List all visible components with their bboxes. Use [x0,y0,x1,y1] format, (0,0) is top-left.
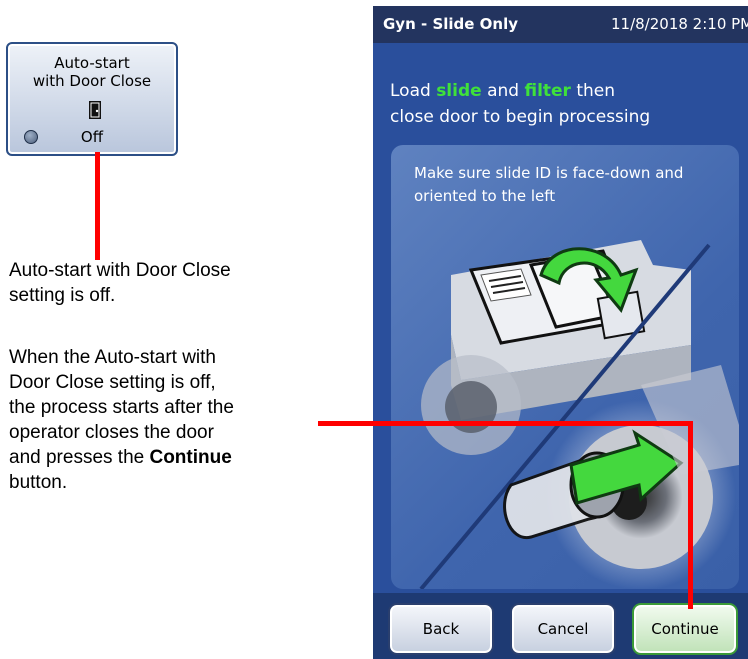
callout-line-tile [95,152,100,260]
tile-title: Auto-start with Door Close [8,54,176,90]
back-button[interactable]: Back [388,603,494,655]
instruction-panel: Make sure slide ID is face-down and orie… [391,145,739,589]
annotation-explain-suffix: button. [9,472,68,493]
instruction-slide: slide [436,81,482,101]
load-illustration [419,240,739,589]
instruction-line2: close door to begin processing [390,107,651,127]
tile-title-line1: Auto-start [54,54,130,72]
annotation-setting-off: Auto-start with Door Close setting is of… [9,258,231,308]
instruction-text: Load slide and filter then close door to… [390,78,650,130]
auto-start-door-close-tile[interactable]: Auto-start with Door Close Off [6,42,178,156]
annotation-explanation: When the Auto-start with Door Close sett… [9,345,234,495]
annotation-explain-prefix: and presses the [9,447,150,468]
instruction-filter: filter [524,81,571,101]
annotation-explain-line: operator closes the door [9,422,214,443]
annotation-explain-line: and presses the Continue [9,445,234,470]
tile-status: Off [80,128,104,146]
panel-instruction-text: Make sure slide ID is face-down and orie… [414,164,684,205]
annotation-explain-line: When the Auto-start with [9,347,216,368]
annotation-setting-off-line2: setting is off. [9,285,116,306]
callout-line-continue-v [688,421,693,609]
annotation-explain-line: Door Close setting is off, [9,372,216,393]
screen-header: Gyn - Slide Only 11/8/2018 2:10 PM [373,6,748,43]
header-datetime: 11/8/2018 2:10 PM [611,15,748,33]
header-title: Gyn - Slide Only [383,15,519,33]
instruction-line1: Load slide and filter then [390,78,650,104]
instruction-part2: and [481,81,525,101]
tile-title-line2: with Door Close [32,72,152,90]
instruction-part1: Load [390,81,437,101]
cancel-button[interactable]: Cancel [510,603,616,655]
continue-button[interactable]: Continue [632,603,738,655]
door-icon [89,101,101,119]
callout-line-continue-h [318,421,693,426]
instruction-part3: then [570,81,616,101]
annotation-explain-bold: Continue [149,447,232,468]
annotation-explain-line: the process starts after the [9,397,234,418]
annotation-setting-off-line1: Auto-start with Door Close [9,260,231,281]
